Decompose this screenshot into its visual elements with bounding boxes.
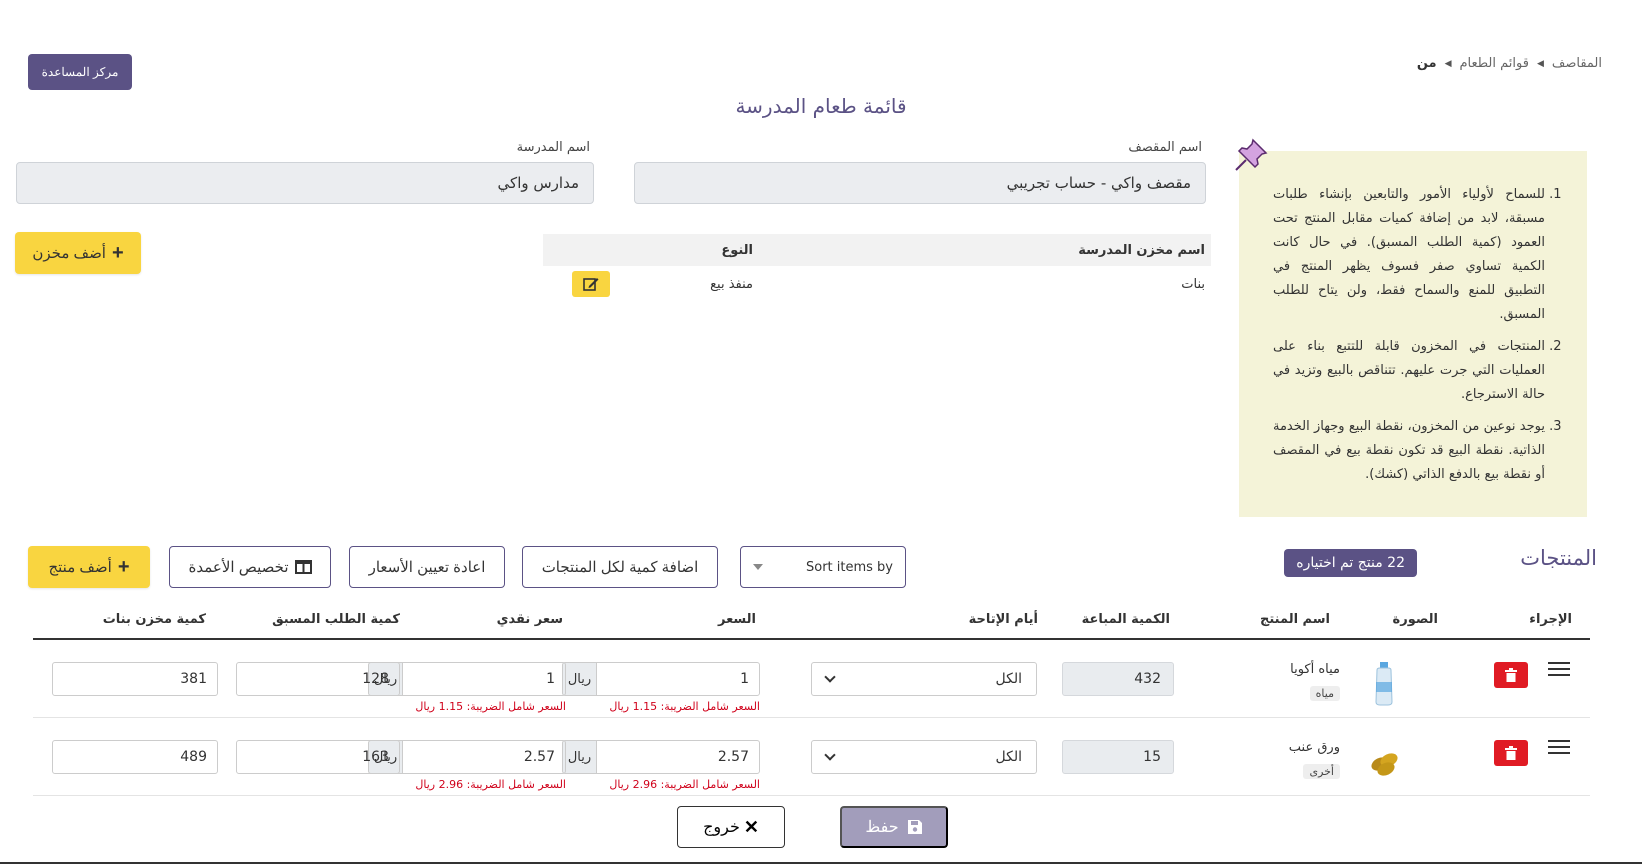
sort-select[interactable]: Sort items by (740, 546, 906, 588)
chevron-down-icon (824, 671, 836, 683)
canteen-label: اسم المقصف (1128, 140, 1202, 155)
header-warehouse-qty: كمية مخزن بنات (102, 612, 206, 627)
products-table-header: الإجراء الصورة اسم المنتج الكمية المباعة… (33, 600, 1590, 640)
school-label: اسم المدرسة (516, 140, 590, 155)
header-action: الإجراء (1529, 612, 1572, 627)
exit-label: خروج (703, 819, 740, 836)
table-row: ورق عنب أخرى 15 الكل ريال 2.57 السعر شام… (33, 718, 1590, 796)
breadcrumb-canteens[interactable]: المقاصف (1552, 56, 1602, 71)
columns-icon (294, 560, 312, 574)
availability-days-select[interactable]: الكل (811, 662, 1037, 696)
qty-sold-field: 432 (1062, 662, 1174, 696)
trash-icon (1505, 746, 1517, 760)
product-name: مياه أكويا (1290, 662, 1340, 677)
info-item: المنتجات في المخزون قابلة للتتبع بناء عل… (1273, 335, 1545, 407)
edit-warehouse-button[interactable] (572, 271, 611, 297)
currency-addon: ريال (562, 662, 596, 696)
preorder-qty-input[interactable]: 128 (236, 662, 400, 696)
pushpin-icon (1235, 138, 1268, 171)
warehouse-table-header: اسم مخزن المدرسة النوع (543, 234, 1211, 266)
grape-leaves-image (1371, 753, 1398, 776)
save-button[interactable]: حفظ (840, 806, 948, 848)
header-days: أيام الإتاحة (968, 612, 1038, 627)
customize-columns-button[interactable]: تخصيص الأعمدة (169, 546, 331, 588)
add-warehouse-button[interactable]: + أضف مخزن (15, 232, 141, 274)
add-warehouse-label: أضف مخزن (32, 245, 106, 262)
products-table: الإجراء الصورة اسم المنتج الكمية المباعة… (33, 600, 1590, 796)
header-name: اسم المنتج (1260, 612, 1330, 627)
cash-price-tax-note: السعر شامل الضريبة: 2.96 ريال (415, 778, 566, 791)
warehouse-table: اسم مخزن المدرسة النوع بنات منفذ بيع (543, 234, 1211, 302)
header-cash-price: سعر نقدي (496, 612, 563, 627)
info-item: يوجد نوعين من المخزون، نقطة البيع وجهاز … (1273, 415, 1545, 487)
price-tax-note: السعر شامل الضريبة: 1.15 ريال (609, 700, 760, 713)
product-category: مياه (1309, 686, 1340, 701)
add-product-button[interactable]: + أضف منتج (28, 546, 150, 588)
plus-icon: + (111, 242, 124, 264)
drag-handle-icon[interactable] (1548, 662, 1570, 680)
warehouse-row: بنات منفذ بيع (543, 266, 1211, 302)
price-tax-note: السعر شامل الضريبة: 2.96 ريال (609, 778, 760, 791)
breadcrumb: المقاصف ◀ قوائم الطعام ◀ من (1417, 56, 1602, 71)
header-price: السعر (718, 612, 756, 627)
help-center-button[interactable]: مركز المساعدة (28, 54, 132, 90)
breadcrumb-menus[interactable]: قوائم الطعام (1459, 56, 1528, 71)
info-list: للسماح لأولياء الأمور والتابعين بإنشاء ط… (1273, 183, 1553, 487)
header-qty-sold: الكمية المباعة (1081, 612, 1170, 627)
sort-placeholder: Sort items by (805, 559, 893, 575)
add-product-label: أضف منتج (48, 559, 112, 576)
reset-prices-button[interactable]: اعادة تعيين الأسعار (349, 546, 505, 588)
floppy-disk-icon (907, 820, 922, 834)
chevron-down-icon (824, 749, 836, 761)
qty-sold-field: 15 (1062, 740, 1174, 774)
info-item: للسماح لأولياء الأمور والتابعين بإنشاء ط… (1273, 183, 1545, 327)
delete-button[interactable] (1494, 740, 1528, 766)
preorder-qty-input[interactable]: 163 (236, 740, 400, 774)
availability-days-value: الكل (995, 671, 1023, 687)
trash-icon (1505, 668, 1517, 682)
products-title: المنتجات (1520, 546, 1597, 570)
selected-count-badge: 22 منتج تم اختياره (1284, 549, 1417, 577)
save-label: حفظ (865, 819, 899, 836)
breadcrumb-current: من (1416, 56, 1437, 71)
product-name: ورق عنب (1288, 740, 1340, 755)
customize-columns-label: تخصيص الأعمدة (188, 559, 289, 576)
canteen-field[interactable]: مقصف واكي - حساب تجريبي (634, 162, 1206, 204)
warehouse-type: منفذ بيع (710, 276, 753, 292)
page-title: قائمة طعام المدرسة (735, 94, 907, 118)
plus-icon: + (117, 556, 130, 578)
caret-left-icon: ◀ (1536, 58, 1544, 69)
price-input[interactable]: 1 (596, 662, 760, 696)
warehouse-name: بنات (1181, 276, 1205, 292)
exit-button[interactable]: ✕ خروج (677, 806, 785, 848)
availability-days-value: الكل (995, 749, 1023, 765)
edit-icon (583, 278, 599, 291)
drag-handle-icon[interactable] (1548, 740, 1570, 758)
header-type: النوع (721, 242, 753, 258)
header-preorder-qty: كمية الطلب المسبق (272, 612, 400, 627)
price-input[interactable]: 2.57 (596, 740, 760, 774)
currency-addon: ريال (562, 740, 596, 774)
school-field[interactable]: مدارس واكي (16, 162, 594, 204)
table-row: مياه أكويا مياه 432 الكل ريال 1 السعر شا… (33, 640, 1590, 718)
add-qty-all-button[interactable]: اضافة كمية لكل المنتجات (522, 546, 718, 588)
header-image: الصورة (1392, 612, 1438, 627)
caret-left-icon: ◀ (1444, 58, 1452, 69)
caret-down-icon (753, 564, 763, 570)
header-warehouse-name: اسم مخزن المدرسة (1078, 242, 1205, 258)
warehouse-qty-input[interactable]: 381 (52, 662, 218, 696)
cash-price-input[interactable]: 1 (402, 662, 566, 696)
price-input-group[interactable]: ريال 1 (562, 662, 760, 696)
delete-button[interactable] (1494, 662, 1528, 688)
close-icon: ✕ (743, 816, 759, 837)
water-bottle-image (1375, 662, 1393, 706)
info-box: للسماح لأولياء الأمور والتابعين بإنشاء ط… (1235, 138, 1587, 517)
product-category: أخرى (1303, 764, 1340, 779)
cash-price-tax-note: السعر شامل الضريبة: 1.15 ريال (415, 700, 566, 713)
warehouse-qty-input[interactable]: 489 (52, 740, 218, 774)
cash-price-input[interactable]: 2.57 (402, 740, 566, 774)
availability-days-select[interactable]: الكل (811, 740, 1037, 774)
price-input-group[interactable]: ريال 2.57 (562, 740, 760, 774)
